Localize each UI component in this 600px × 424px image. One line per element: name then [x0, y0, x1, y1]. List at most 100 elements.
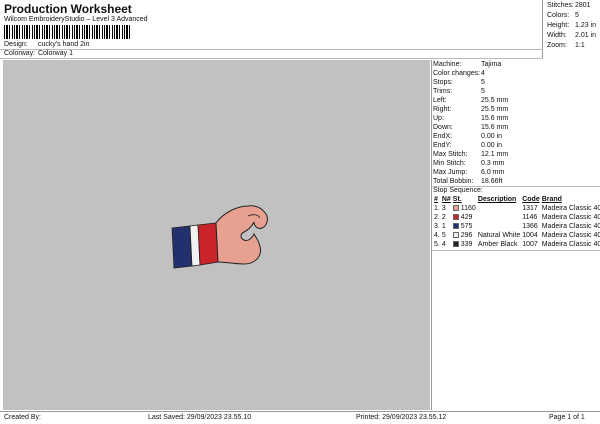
- endy-value: 0.00 in: [481, 142, 503, 149]
- summary-panel: Stitches:2801 Colors: 5 Height: 1.23 in Wi…: [544, 0, 600, 59]
- up-label: Up:: [433, 115, 444, 122]
- color-swatch: [452, 241, 459, 248]
- up-row: Up: 15.6 mm: [433, 115, 508, 122]
- thread-brand: Madeira Classic 40: [541, 214, 600, 221]
- worksheet-header: Production Worksheet Wilcom EmbroiderySt…: [0, 0, 543, 59]
- needle-number: 5: [441, 232, 446, 239]
- page-number: Page 1 of 1: [549, 414, 585, 421]
- height-value: 1.23 in: [575, 22, 597, 29]
- colors-label: Colors:: [547, 12, 570, 19]
- table-row: 1. 3 1160 1317 Madeira Classic 40: [433, 204, 600, 213]
- stops-label: Stops:: [433, 79, 453, 86]
- down-label: Down:: [433, 124, 453, 131]
- divider: [0, 58, 543, 59]
- thread-brand: Madeira Classic 40: [541, 232, 600, 239]
- table-header-row: # N# St. Description Code Brand: [433, 195, 600, 204]
- right-label: Right:: [433, 106, 452, 113]
- stops-row: Stops: 5: [433, 79, 485, 86]
- divider: [0, 49, 543, 50]
- total-bobbin-value: 18.66ft: [481, 178, 503, 185]
- colorway-value: Colorway 1: [37, 50, 73, 57]
- max-stitch-row: Max Stitch: 12.1 mm: [433, 151, 508, 158]
- down-row: Down: 15.6 mm: [433, 124, 508, 131]
- zoom-label: Zoom:: [547, 42, 567, 49]
- thread-code: 1004: [522, 232, 538, 239]
- stop-sequence-table: # N# St. Description Code Brand 1. 3 1160…: [433, 195, 600, 249]
- design-canvas: [3, 60, 430, 410]
- machine-row: Machine: Tajima: [433, 61, 501, 68]
- stop-index: 1.: [434, 205, 440, 212]
- color-changes-value: 4: [481, 70, 485, 77]
- software-subtitle: Wilcom EmbroideryStudio – Level 3 Advanc…: [4, 16, 148, 23]
- width-value: 2.01 in: [575, 32, 597, 39]
- page-title: Production Worksheet: [4, 2, 132, 16]
- col-stitches: St.: [452, 196, 462, 203]
- max-jump-label: Max Jump:: [433, 169, 468, 176]
- stitch-count-value: 296: [460, 232, 473, 239]
- stitch-count-value: 575: [460, 223, 473, 230]
- col-code: Code: [522, 196, 540, 203]
- needle-number: 3: [441, 205, 446, 212]
- col-needle: N#: [441, 196, 451, 203]
- table-row: 2. 2 429 1146 Madeira Classic 40: [433, 213, 600, 222]
- stitch-count: 1160: [452, 204, 477, 213]
- thread-description: Natural White: [477, 232, 521, 239]
- thread-brand: Madeira Classic 40: [541, 205, 600, 212]
- color-swatch: [452, 232, 459, 239]
- color-swatch: [452, 205, 459, 212]
- stitches-row: Stitches:2801: [547, 2, 591, 9]
- endy-label: EndY:: [433, 142, 452, 149]
- stop-index: 3.: [434, 223, 440, 230]
- machine-value: Tajima: [481, 61, 502, 68]
- table-row: 4. 5 296 Natural White 1004 Madeira Classic …: [433, 231, 600, 240]
- trims-row: Trims: 5: [433, 88, 485, 95]
- left-row: Left: 25.5 mm: [433, 97, 508, 104]
- trims-value: 5: [481, 88, 485, 95]
- stitch-count-value: 339: [460, 241, 473, 248]
- color-changes-label: Color changes:: [433, 70, 481, 77]
- thread-code: 1366: [522, 223, 538, 230]
- colorway-row: Colorway: Colorway 1: [4, 50, 73, 57]
- height-row: Height: 1.23 in: [547, 22, 596, 29]
- design-label: Design:: [4, 41, 28, 48]
- stitch-count: 339: [452, 240, 477, 249]
- thread-brand: Madeira Classic 40: [541, 223, 600, 230]
- max-stitch-label: Max Stitch:: [433, 151, 468, 158]
- stop-index: 2.: [434, 214, 440, 221]
- stop-index: 5.: [434, 241, 440, 248]
- stitch-count-value: 1160: [460, 205, 476, 212]
- thread-description: [477, 213, 521, 222]
- color-changes-row: Color changes:4: [433, 70, 485, 77]
- col-index: #: [434, 196, 438, 203]
- max-jump-row: Max Jump: 6.0 mm: [433, 169, 504, 176]
- endx-label: EndX:: [433, 133, 453, 140]
- left-label: Left:: [433, 97, 447, 104]
- divider: [432, 250, 600, 251]
- left-value: 25.5 mm: [481, 97, 509, 104]
- width-row: Width: 2.01 in: [547, 32, 596, 39]
- colorway-label: Colorway:: [4, 50, 36, 57]
- thread-description: Amber Black: [477, 241, 518, 248]
- table-row: 3. 1 575 1366 Madeira Classic 40: [433, 222, 600, 231]
- thread-description: [477, 204, 521, 213]
- color-swatch: [452, 214, 459, 221]
- printed-date: Printed: 29/09/2023 23.55.12: [356, 414, 447, 421]
- colors-value: 5: [575, 12, 579, 19]
- last-saved: Last Saved: 29/09/2023 23.55.10: [148, 414, 252, 421]
- cuff-navy-stripe: [171, 225, 193, 269]
- endx-value: 0.00 in: [481, 133, 503, 140]
- machine-label: Machine:: [433, 61, 462, 68]
- col-brand: Brand: [541, 196, 562, 203]
- stop-sequence-title: Stop Sequence:: [433, 187, 483, 194]
- needle-number: 4: [441, 241, 446, 248]
- design-value: cucky's hand 2in: [37, 41, 90, 48]
- min-stitch-label: Min Stitch:: [433, 160, 466, 167]
- thread-brand: Madeira Classic 40: [541, 241, 600, 248]
- min-stitch-value: 0.3 mm: [481, 160, 505, 167]
- hand-embroidery-image: [171, 205, 268, 269]
- thread-code: 1007: [522, 241, 538, 248]
- barcode: [4, 25, 130, 39]
- needle-number: 2: [441, 214, 446, 221]
- right-row: Right: 25.5 mm: [433, 106, 508, 113]
- zoom-row: Zoom: 1:1: [547, 42, 585, 49]
